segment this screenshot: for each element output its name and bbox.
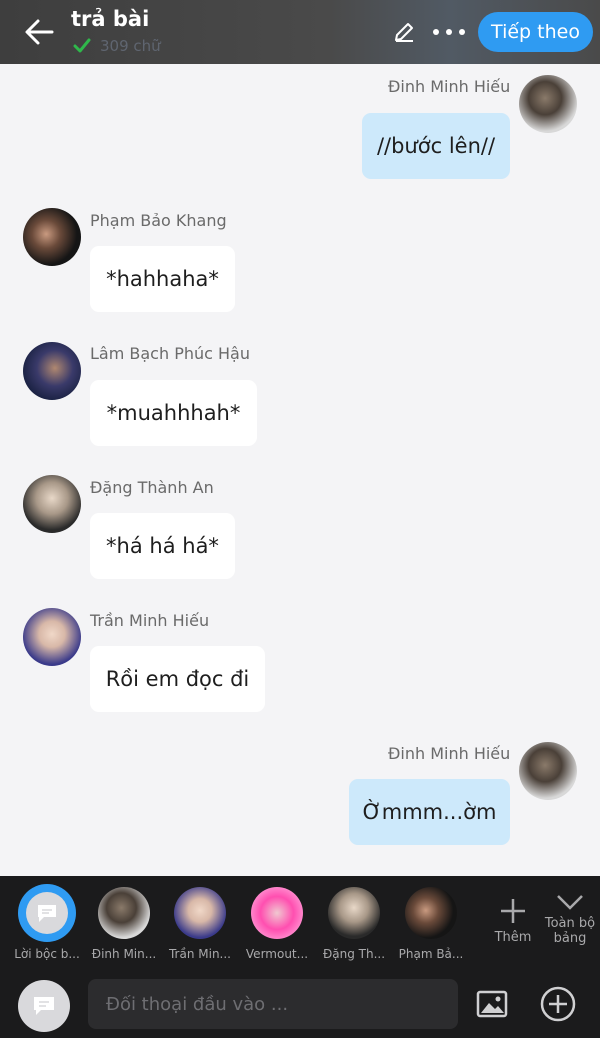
cast-label: Vermout...	[245, 947, 309, 961]
cast-label: Lời bộc b...	[14, 947, 80, 961]
message-bubble[interactable]: *hahhaha*	[90, 246, 235, 312]
top-bar: trả bài 309 chữ Tiếp theo	[0, 0, 600, 64]
sender-name: Phạm Bảo Khang	[90, 211, 227, 230]
cast-item[interactable]: Phạm Bả...	[392, 887, 470, 961]
add-circle-icon[interactable]	[540, 986, 576, 1022]
story-title: trả bài	[71, 7, 150, 31]
cast-label: Đặng Th...	[322, 947, 386, 961]
message-bubble[interactable]: *há há há*	[90, 513, 235, 579]
sender-name: Đặng Thành An	[90, 478, 214, 497]
cast-item[interactable]: Trần Min...	[161, 887, 239, 961]
save-status: 309 chữ	[73, 37, 161, 55]
chevron-down-icon	[557, 895, 583, 910]
next-button[interactable]: Tiếp theo	[478, 12, 593, 52]
sender-name: Lâm Bạch Phúc Hậu	[90, 344, 250, 363]
avatar	[328, 887, 380, 939]
back-arrow-icon[interactable]	[22, 16, 56, 48]
message-bubble[interactable]: //bước lên//	[362, 113, 510, 179]
avatar[interactable]	[519, 742, 577, 800]
image-icon[interactable]	[476, 990, 508, 1018]
avatar[interactable]	[23, 208, 81, 266]
cast-label: Trần Min...	[168, 947, 231, 961]
narration-avatar	[21, 887, 73, 939]
chat-bubble-icon	[38, 905, 56, 922]
avatar	[251, 887, 303, 939]
input-row	[0, 976, 600, 1036]
sender-name: Trần Minh Hiếu	[90, 611, 210, 630]
pencil-icon[interactable]	[392, 20, 416, 44]
avatar	[98, 887, 150, 939]
dialog-input[interactable]	[88, 979, 458, 1029]
message-bubble[interactable]: Ờmmm...ờm	[349, 779, 510, 845]
plus-icon	[501, 899, 525, 923]
cast-label: Phạm Bả...	[398, 947, 464, 961]
cast-item[interactable]: Đặng Th...	[315, 887, 393, 961]
avatar[interactable]	[23, 475, 81, 533]
avatar[interactable]	[519, 75, 577, 133]
speaker-select-button[interactable]	[18, 980, 70, 1032]
sender-name: Đinh Minh Hiếu	[388, 77, 511, 96]
avatar	[405, 887, 457, 939]
message-bubble[interactable]: Rồi em đọc đi	[90, 646, 265, 712]
add-character-button[interactable]: Thêm	[490, 896, 536, 945]
cast-label: Đinh Min...	[91, 947, 157, 961]
cast-item[interactable]: Đinh Min...	[85, 887, 163, 961]
cast-item[interactable]: Vermout...	[238, 887, 316, 961]
chat-bubble-icon	[34, 997, 54, 1015]
cast-item-narration[interactable]: Lời bộc b...	[8, 887, 86, 961]
sender-name: Đinh Minh Hiếu	[388, 744, 511, 763]
avatar[interactable]	[23, 342, 81, 400]
all-board-label: Toàn bộ bảng	[544, 916, 596, 946]
add-label: Thêm	[494, 930, 532, 945]
word-count: 309 chữ	[100, 37, 161, 55]
avatar[interactable]	[23, 608, 81, 666]
message-bubble[interactable]: *muahhhah*	[90, 380, 257, 446]
all-board-button[interactable]: Toàn bộ bảng	[542, 892, 598, 946]
more-options-icon[interactable]	[431, 22, 467, 42]
check-icon	[73, 38, 91, 53]
avatar	[174, 887, 226, 939]
